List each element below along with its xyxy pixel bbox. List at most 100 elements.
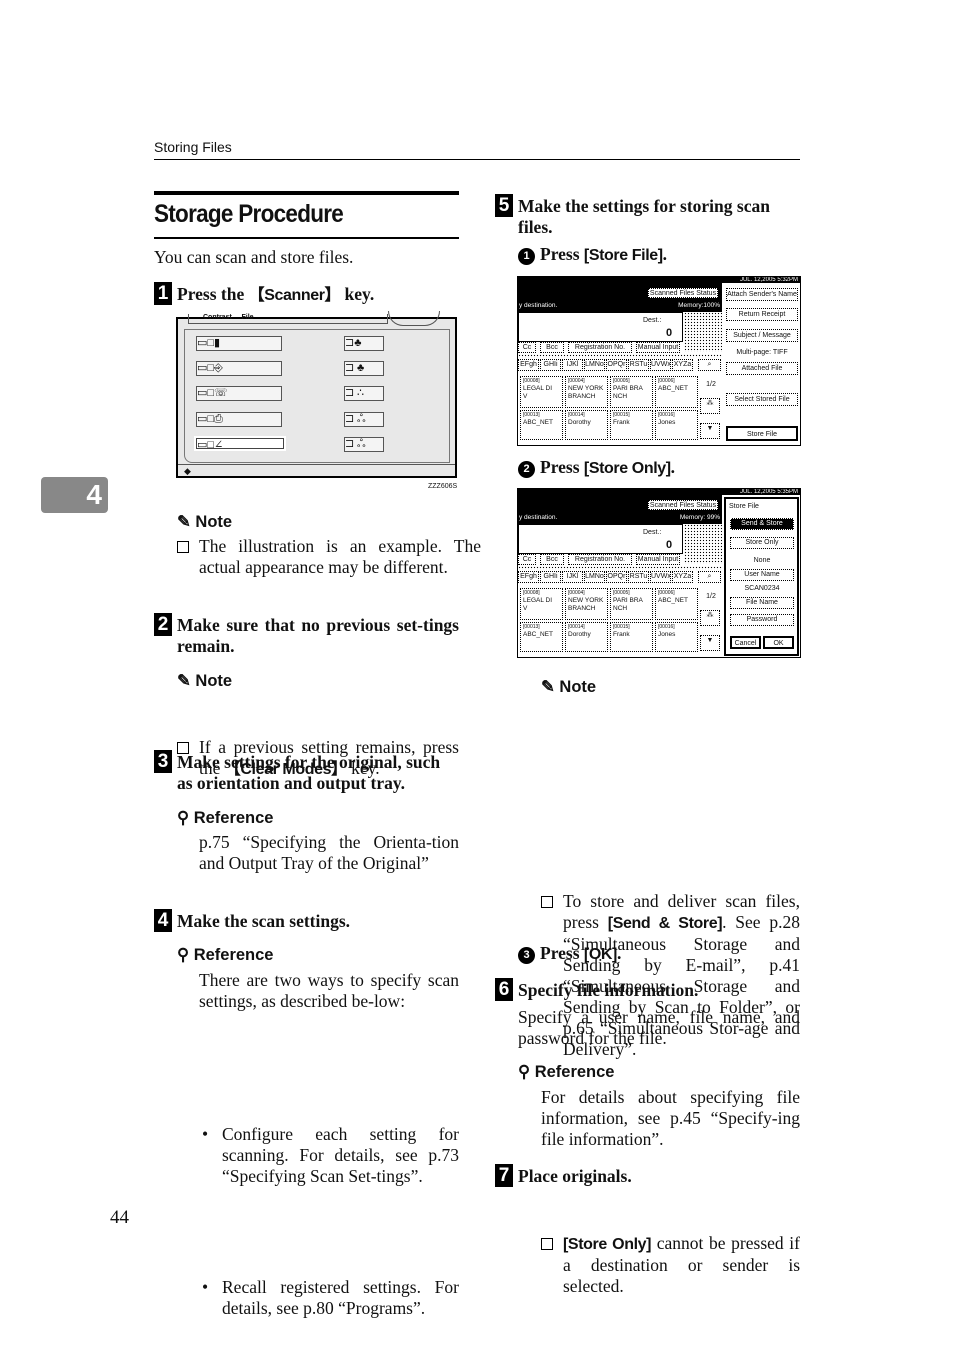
letter-tab[interactable]: LMNo [584,359,605,371]
entry-id: [00013] [523,624,540,630]
printer-key[interactable]: ▭□⎙ [196,412,282,427]
letter-tab[interactable]: IJKl [562,359,583,371]
destination-entry[interactable]: [00006] ABC_NET [655,588,698,620]
reference-label: Reference [193,809,274,827]
next-page-button[interactable]: ▼ [700,635,720,651]
manual-input-button[interactable]: Manual Input [636,342,680,353]
cancel-button[interactable]: Cancel [730,636,761,649]
entry-name: LEGAL DI V [523,385,553,400]
password-button[interactable]: Password [730,614,794,626]
letter-tab[interactable]: EFgh [518,571,539,583]
attached-file-button[interactable]: Attached File [726,362,798,375]
letter-tab[interactable]: GHIi [540,359,561,371]
color-key-5[interactable]: ⊐ ஃ [344,437,384,452]
store-file-button[interactable]: Store File [726,426,798,441]
destination-entry[interactable]: [00008] LEGAL DI V [520,376,563,408]
dest-label: Dest.: [643,529,662,536]
reference-heading: ⚲ Reference [177,808,273,828]
tab-bcc[interactable]: Bcc [540,342,564,353]
destination-entry[interactable]: [00016] Jones [655,410,698,440]
reference-text: p.75 “Specifying the Orienta-tion and Ou… [199,832,459,873]
destination-entry[interactable]: [00006] ABC_NET [655,376,698,408]
letter-tab[interactable]: XYZa [672,359,693,371]
destination-entry[interactable]: [00008] LEGAL DI V [520,588,563,620]
destination-entry[interactable]: [00015] Frank [610,622,653,652]
entry-name: Dorothy [568,419,591,426]
page-indicator: 1/2 [706,381,716,388]
color-mode-key[interactable]: ⊐♣ [344,336,384,351]
manual-input-button[interactable]: Manual Input [636,554,680,565]
entry-id: [00004] [568,378,585,384]
user-name-button[interactable]: User Name [730,569,794,581]
file-name-button[interactable]: File Name [730,597,794,609]
letter-tab[interactable]: RSTu [628,359,649,371]
step-3: 3 Make settings for the original, such as… [154,750,459,794]
note-heading: ✎ Note [177,671,232,691]
letter-tab[interactable]: GHIi [540,571,561,583]
next-page-button[interactable]: ▼ [700,423,720,439]
document-server-key[interactable]: ▭□⎆ [196,361,282,376]
facsimile-key[interactable]: ▭□☏ [196,386,282,401]
letter-tab[interactable]: IJKl [562,571,583,583]
file-label: File [241,314,254,321]
tab-bcc[interactable]: Bcc [540,554,564,565]
letter-tab[interactable]: RSTu [628,571,649,583]
substep-2: 2 Press [Store Only]. [518,457,675,478]
ok-button[interactable]: OK [763,636,794,649]
destination-entry[interactable]: [00013] ABC_NET [520,622,563,652]
intro-text: You can scan and store files. [154,247,354,267]
destination-entry[interactable]: [00014] Dorothy [565,410,608,440]
previous-page-button[interactable]: ⁂ [700,398,720,414]
previous-page-button[interactable]: ⁂ [700,610,720,626]
color-key-3[interactable]: ⊐ ∴ [344,386,384,401]
scanned-files-status-button[interactable]: Scanned Files Status [648,288,718,298]
entry-id: [00006] [658,378,675,384]
letter-tab[interactable]: LMNo [584,571,605,583]
step-number: 5 [495,194,513,217]
entry-name: Jones [658,419,676,426]
tab-cc[interactable]: Cc [518,554,536,565]
page-title: Storage Procedure [154,200,344,228]
send-and-store-button[interactable]: Send & Store [730,518,794,530]
contrast-label: Contrast [203,314,232,321]
letter-tab[interactable]: OPQr [606,571,627,583]
destination-entry[interactable]: [00004] NEW YORK BRANCH [565,588,608,620]
tab-registration-no[interactable]: Registration No. [568,554,632,565]
destination-entry[interactable]: [00013] ABC_NET [520,410,563,440]
search-button[interactable]: ⌕ [698,359,721,371]
attach-senders-name-button[interactable]: Attach Sender's Name [726,288,798,301]
return-receipt-button[interactable]: Return Receipt [726,308,798,321]
destination-entry[interactable]: [00014] Dorothy [565,622,608,652]
search-button[interactable]: ⌕ [698,571,721,583]
letter-tab[interactable]: EFgh [518,359,539,371]
tab-cc[interactable]: Cc [518,342,536,353]
scanned-files-status-button[interactable]: Scanned Files Status [648,500,718,510]
scanner-key-highlighted[interactable]: ▭□∠ [194,436,286,451]
file-name-value: SCAN0234 [744,585,780,592]
separator [518,566,722,570]
letter-tab[interactable]: OPQr [606,359,627,371]
full-color-key[interactable]: ⊐ ♣ [344,361,384,376]
select-stored-file-button[interactable]: Select Stored File [726,393,798,406]
destination-entry[interactable]: [00005] PARI BRA NCH [610,588,653,620]
destination-entry[interactable]: [00004] NEW YORK BRANCH [565,376,608,408]
destination-entry[interactable]: [00015] Frank [610,410,653,440]
letter-tab[interactable]: UVWx [650,571,671,583]
color-key-4[interactable]: ⊐ ஃ [344,412,384,427]
entry-name: Frank [613,419,630,426]
tab-registration-no[interactable]: Registration No. [568,342,632,353]
dotted-area [684,524,722,564]
bullet-item: • Configure each setting for scanning. Fo… [200,1124,459,1187]
letter-tab[interactable]: XYZa [672,571,693,583]
figure-code: ZZZ606S [428,483,458,490]
destination-entry[interactable]: [00005] PARI BRA NCH [610,376,653,408]
step-text: key. [340,284,375,304]
reference-heading: ⚲ Reference [177,945,273,965]
triangle-down-icon: ▼ [706,637,714,644]
copy-mode-key[interactable]: ▭□▮ [196,336,282,351]
destination-entry[interactable]: [00016] Jones [655,622,698,652]
search-icon: ⌕ [707,361,712,368]
subject-message-button[interactable]: Subject / Message [726,329,798,342]
store-only-button[interactable]: Store Only [730,537,794,549]
letter-tab[interactable]: UVWx [650,359,671,371]
